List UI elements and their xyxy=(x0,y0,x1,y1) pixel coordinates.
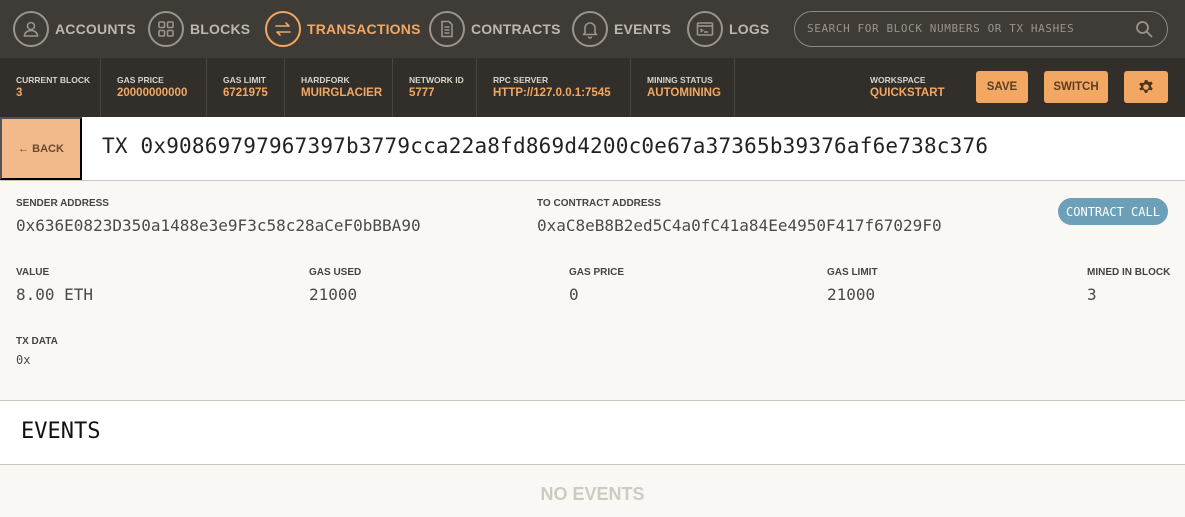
stat-gas-limit: GAS LIMIT 6721975 xyxy=(223,75,268,101)
gas-price-field: GAS PRICE 0 xyxy=(569,266,624,306)
value-amount: 8.00 ETH xyxy=(16,285,94,304)
nav-accounts[interactable]: ACCOUNTS xyxy=(13,11,136,47)
terminal-icon xyxy=(687,11,723,47)
divider xyxy=(630,58,631,117)
switch-button[interactable]: SWITCH xyxy=(1044,71,1108,103)
nav-events[interactable]: EVENTS xyxy=(572,11,671,47)
mined-in-block-value: 3 xyxy=(1087,285,1097,304)
stat-label: MINING STATUS xyxy=(647,75,713,85)
stat-value: 5777 xyxy=(409,87,435,99)
bell-icon xyxy=(572,11,608,47)
stat-value: 20000000000 xyxy=(117,87,188,99)
divider xyxy=(206,58,207,117)
search-icon[interactable] xyxy=(1135,20,1153,38)
events-title: EVENTS xyxy=(21,419,101,444)
stat-value: 6721975 xyxy=(223,87,268,99)
stat-label: WORKSPACE xyxy=(870,75,926,85)
page-title: TX 0x90869797967397b3779cca22a8fd869d420… xyxy=(102,134,989,158)
stat-rpc-server: RPC SERVER HTTP://127.0.0.1:7545 xyxy=(493,75,611,101)
nav-transactions-label: TRANSACTIONS xyxy=(307,21,421,37)
gas-price-value: 0 xyxy=(569,285,579,304)
nav-transactions[interactable]: TRANSACTIONS xyxy=(265,11,421,47)
nav-logs[interactable]: LOGS xyxy=(687,11,769,47)
transaction-details: SENDER ADDRESS 0x636E0823D350a1488e3e9F3… xyxy=(0,181,1185,401)
gear-icon xyxy=(1139,79,1153,93)
stat-label: GAS LIMIT xyxy=(223,75,266,85)
divider xyxy=(100,58,101,117)
stat-label: CURRENT BLOCK xyxy=(16,75,91,85)
to-contract-address-field: TO CONTRACT ADDRESS 0xaC8eB8B2ed5C4a0fC4… xyxy=(537,197,942,237)
events-list: NO EVENTS xyxy=(0,465,1185,517)
stat-network-id: NETWORK ID 5777 xyxy=(409,75,464,101)
stat-label: HARDFORK xyxy=(301,75,350,85)
stat-value: 3 xyxy=(16,87,23,99)
stat-value: MUIRGLACIER xyxy=(301,87,383,99)
nav-contracts-label: CONTRACTS xyxy=(471,21,561,37)
empty-state-text: NO EVENTS xyxy=(540,484,645,504)
nav-events-label: EVENTS xyxy=(614,21,672,37)
to-contract-address-value: 0xaC8eB8B2ed5C4a0fC41a84Ee4950F417f67029… xyxy=(537,216,942,235)
nav-accounts-label: ACCOUNTS xyxy=(55,21,136,37)
swap-arrows-icon xyxy=(265,11,301,47)
field-label: SENDER ADDRESS xyxy=(16,198,109,209)
settings-button[interactable] xyxy=(1124,71,1168,103)
top-nav: ACCOUNTS BLOCKS TRANSACTIONS CONTRACTS E… xyxy=(0,0,1185,58)
gas-used-field: GAS USED 21000 xyxy=(309,266,361,306)
user-icon xyxy=(13,11,49,47)
divider xyxy=(392,58,393,117)
tx-data-value: 0x xyxy=(16,353,31,367)
field-label: GAS LIMIT xyxy=(827,267,878,278)
value-field: VALUE 8.00 ETH xyxy=(16,266,93,306)
search-input[interactable] xyxy=(807,12,1127,45)
tx-data-field: TX DATA 0x xyxy=(16,335,58,368)
nav-logs-label: LOGS xyxy=(729,21,770,37)
status-bar: CURRENT BLOCK 3 GAS PRICE 20000000000 GA… xyxy=(0,58,1185,117)
save-button[interactable]: SAVE xyxy=(976,71,1028,103)
stat-mining-status: MINING STATUS AUTOMINING xyxy=(647,75,721,101)
stat-current-block: CURRENT BLOCK 3 xyxy=(16,75,90,101)
gas-used-value: 21000 xyxy=(309,285,358,304)
grid-icon xyxy=(148,11,184,47)
divider xyxy=(284,58,285,117)
field-label: TO CONTRACT ADDRESS xyxy=(537,198,661,209)
field-label: GAS USED xyxy=(309,267,362,278)
gas-limit-value: 21000 xyxy=(827,285,876,304)
nav-contracts[interactable]: CONTRACTS xyxy=(429,11,561,47)
field-label: VALUE xyxy=(16,267,50,278)
gas-limit-field: GAS LIMIT 21000 xyxy=(827,266,878,306)
stat-label: GAS PRICE xyxy=(117,75,164,85)
stat-hardfork: HARDFORK MUIRGLACIER xyxy=(301,75,382,101)
nav-blocks[interactable]: BLOCKS xyxy=(148,11,250,47)
stat-label: RPC SERVER xyxy=(493,75,549,85)
search-box xyxy=(794,11,1168,47)
field-label: TX DATA xyxy=(16,336,58,347)
stat-value: HTTP://127.0.0.1:7545 xyxy=(493,87,611,99)
document-icon xyxy=(429,11,465,47)
divider xyxy=(476,58,477,117)
stat-gas-price: GAS PRICE 20000000000 xyxy=(117,75,187,101)
sender-address-value: 0x636E0823D350a1488e3e9F3c58c28aCeF0bBBA… xyxy=(16,216,421,235)
stat-workspace: WORKSPACE QUICKSTART xyxy=(870,75,945,101)
stat-value: AUTOMINING xyxy=(647,87,721,99)
field-label: GAS PRICE xyxy=(569,267,625,278)
sender-address-field: SENDER ADDRESS 0x636E0823D350a1488e3e9F3… xyxy=(16,197,421,237)
nav-blocks-label: BLOCKS xyxy=(190,21,251,37)
back-button[interactable]: ← BACK xyxy=(0,117,82,180)
tx-type-badge: CONTRACT CALL xyxy=(1058,198,1168,225)
events-header: EVENTS xyxy=(0,401,1185,465)
mined-in-block-field: MINED IN BLOCK 3 xyxy=(1087,266,1170,306)
field-label: MINED IN BLOCK xyxy=(1087,267,1171,278)
transaction-header: ← BACK TX 0x90869797967397b3779cca22a8fd… xyxy=(0,117,1185,181)
stat-label: NETWORK ID xyxy=(409,75,464,85)
stat-value: QUICKSTART xyxy=(870,87,945,99)
divider xyxy=(734,58,735,117)
